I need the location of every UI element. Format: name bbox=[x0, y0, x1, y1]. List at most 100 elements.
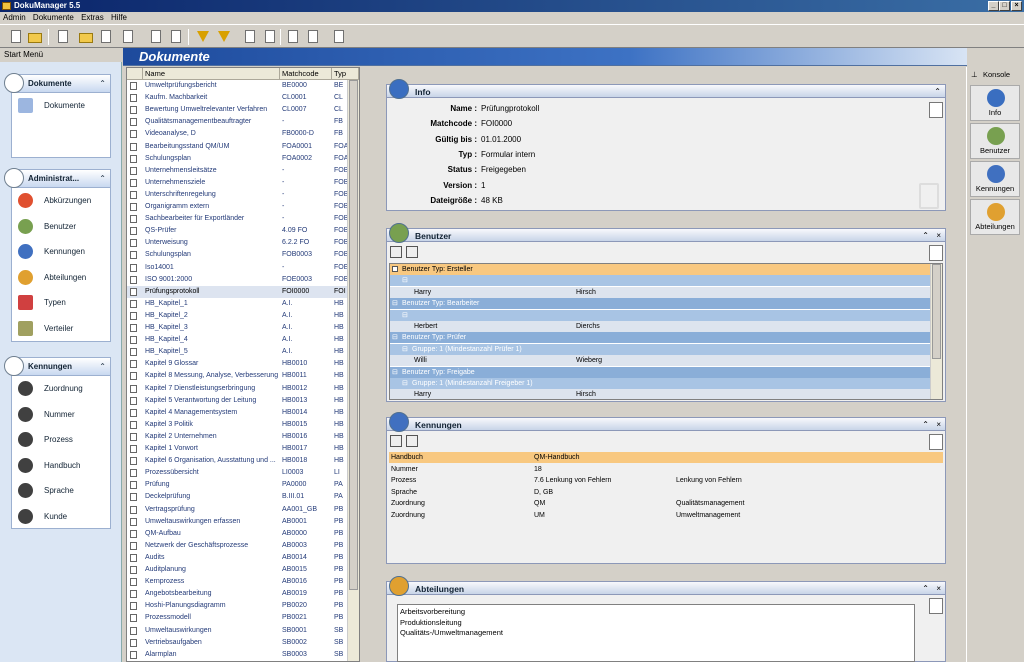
menu-extras[interactable]: Extras bbox=[81, 13, 104, 22]
collapse-chevron-icon[interactable]: ⌃ bbox=[922, 420, 929, 429]
column-header-name[interactable]: Name bbox=[143, 68, 280, 80]
edit-icon[interactable] bbox=[929, 102, 943, 118]
list-item[interactable]: Kapitel 6 Organisation, Ausstattung und … bbox=[127, 455, 347, 467]
user-subgroup[interactable]: ⊟ bbox=[390, 309, 932, 321]
list-item[interactable]: Kapitel 5 Verantwortung der Leitung HB001… bbox=[127, 395, 347, 407]
group-header[interactable]: Administrat... ⌃ bbox=[4, 168, 110, 188]
sidebar-item-kennungen[interactable]: Kennungen bbox=[12, 239, 110, 265]
list-item[interactable]: Deckelprüfung B.III.01 PA bbox=[127, 491, 347, 503]
expand-icon[interactable]: ⊟ bbox=[402, 344, 408, 355]
list-item[interactable]: Iso14001- FOE bbox=[127, 262, 348, 274]
expand-icon[interactable]: ⊟ bbox=[402, 275, 408, 286]
konsole-button-benutzer[interactable]: Benutzer bbox=[970, 123, 1020, 159]
menu-hilfe[interactable]: Hilfe bbox=[111, 13, 127, 22]
sidebar-item-dokumente[interactable]: Dokumente bbox=[12, 93, 110, 117]
list-item[interactable]: Kapitel 2 Unternehmen HB0016 HB bbox=[127, 431, 347, 443]
close-icon[interactable]: × bbox=[936, 584, 941, 593]
list-item[interactable]: HB_Kapitel_1 A.I. HB bbox=[127, 298, 347, 310]
group-header[interactable]: Kennungen ⌃ bbox=[4, 356, 110, 376]
close-button[interactable]: × bbox=[1011, 1, 1022, 11]
list-item[interactable]: Umweltauswirkungen SB0001 SB bbox=[127, 625, 347, 637]
print-document-icon[interactable] bbox=[285, 29, 301, 45]
list-view-icon[interactable] bbox=[390, 435, 402, 447]
checkin-icon[interactable] bbox=[242, 29, 258, 45]
list-item[interactable]: Prüfung PA0000 PA bbox=[127, 479, 347, 491]
expand-icon[interactable]: ⊟ bbox=[402, 378, 408, 389]
list-item[interactable]: Umweltauswirkungen erfassen AB0001 PB bbox=[127, 516, 347, 528]
list-item[interactable]: Auditplanung AB0015 PB bbox=[127, 564, 347, 576]
list-item[interactable]: Kapitel 9 Glossar HB0010 HB bbox=[127, 358, 347, 370]
close-icon[interactable]: × bbox=[936, 231, 941, 240]
user-row[interactable]: Harry Hirsch bbox=[390, 286, 932, 298]
document-dropdown-icon[interactable] bbox=[120, 29, 136, 45]
sidebar-item-typen[interactable]: Typen bbox=[12, 290, 110, 316]
list-item[interactable]: Kapitel 8 Messung, Analyse, Verbesserung… bbox=[127, 370, 347, 382]
new-document-icon[interactable] bbox=[8, 29, 24, 45]
list-item[interactable]: Alarmplan SB0003 SB bbox=[127, 649, 347, 661]
list-item[interactable]: Videoanalyse, D FB0000-D FB bbox=[127, 128, 347, 140]
expand-icon[interactable]: ⊟ bbox=[392, 367, 398, 378]
list-item[interactable]: Kapitel 4 Managementsystem HB0014 HB bbox=[127, 407, 347, 419]
list-item[interactable]: ISO 9001:2000 FOE0003 FOE bbox=[127, 274, 348, 286]
konsole-button-abteilungen[interactable]: Abteilungen bbox=[970, 199, 1020, 235]
sidebar-item-kunde[interactable]: Kunde bbox=[12, 504, 110, 530]
column-header-typ[interactable]: Typ bbox=[332, 68, 359, 80]
list-item[interactable]: Prozessmodell PB0021 PB bbox=[127, 612, 347, 624]
vertical-scrollbar[interactable] bbox=[930, 264, 942, 399]
list-item[interactable]: QM-Aufbau AB0000 PB bbox=[127, 528, 347, 540]
collapse-chevron-icon[interactable]: ⌃ bbox=[99, 362, 106, 371]
list-item[interactable]: Unternehmensleitsätze - FOB bbox=[127, 165, 348, 177]
user-type-group[interactable]: Benutzer Typ: Ersteller bbox=[390, 264, 932, 275]
report-icon[interactable] bbox=[331, 29, 347, 45]
table-row[interactable]: Zuordnung UM Umweltmanagement bbox=[389, 510, 943, 521]
user-row[interactable]: Harry Hirsch bbox=[390, 389, 932, 399]
copy-icon[interactable] bbox=[148, 29, 164, 45]
tree-view-icon[interactable] bbox=[406, 435, 418, 447]
user-type-group[interactable]: ⊟ Benutzer Typ: Freigabe bbox=[390, 366, 932, 378]
sidebar-item-handbuch[interactable]: Handbuch bbox=[12, 453, 110, 479]
table-row[interactable]: Zuordnung QM Qualitätsmanagement bbox=[389, 498, 943, 509]
stack-icon[interactable] bbox=[168, 29, 184, 45]
user-row[interactable]: Herbert Dierchs bbox=[390, 321, 932, 332]
list-item[interactable]: Schulungsplan FOB0003 FOB bbox=[127, 249, 348, 261]
expand-icon[interactable] bbox=[392, 266, 398, 272]
group-header[interactable]: Dokumente ⌃ bbox=[4, 73, 110, 93]
list-item[interactable]: Netzwerk der Geschäftsprozesse AB0003 PB bbox=[127, 540, 347, 552]
list-item[interactable]: HB_Kapitel_5 A.I. HB bbox=[127, 346, 347, 358]
sidebar-item-sprache[interactable]: Sprache bbox=[12, 478, 110, 504]
konsole-button-info[interactable]: Info bbox=[970, 85, 1020, 121]
list-item[interactable]: Bewertung Umweltrelevanter Verfahren CL00… bbox=[127, 104, 347, 116]
user-subgroup[interactable]: ⊟ Gruppe: 1 (Mindestanzahl Prüfer 1) bbox=[390, 343, 932, 355]
filter-icon[interactable] bbox=[195, 29, 211, 45]
maximize-button[interactable]: □ bbox=[999, 1, 1010, 11]
list-item[interactable]: Unterweisung 6.2.2 FO FOB bbox=[127, 237, 348, 249]
list-item[interactable]: Kapitel 1 Vorwort HB0017 HB bbox=[127, 443, 347, 455]
list-item[interactable]: Bearbeitungsstand QM/UM FOA0001 FOA bbox=[127, 141, 348, 153]
sidebar-item-abkuerzungen[interactable]: Abkürzungen bbox=[12, 188, 110, 214]
open-folder-icon[interactable] bbox=[27, 29, 43, 45]
list-item[interactable]: HB_Kapitel_2 A.I. HB bbox=[127, 310, 347, 322]
collapse-chevron-icon[interactable]: ⌃ bbox=[99, 174, 106, 183]
edit-icon[interactable] bbox=[929, 245, 943, 261]
sidebar-item-abteilungen[interactable]: Abteilungen bbox=[12, 265, 110, 291]
sidebar-item-nummer[interactable]: Nummer bbox=[12, 402, 110, 428]
scrollbar-thumb[interactable] bbox=[349, 80, 358, 590]
list-item[interactable]: Kaufm. Machbarkeit CL0001 CL bbox=[127, 92, 347, 104]
list-item[interactable]: Audits AB0014 PB bbox=[127, 552, 347, 564]
edit-document-icon[interactable] bbox=[98, 29, 114, 45]
collapse-chevron-icon[interactable]: ⌃ bbox=[922, 231, 929, 240]
list-item[interactable]: Schulungsplan FOA0002 FOA bbox=[127, 153, 348, 165]
list-item[interactable]: Kapitel 3 Politik HB0015 HB bbox=[127, 419, 347, 431]
table-row[interactable]: Sprache D, GB bbox=[389, 487, 943, 498]
user-subgroup[interactable]: ⊟ bbox=[390, 275, 932, 287]
vertical-scrollbar[interactable] bbox=[347, 80, 359, 661]
scrollbar-thumb[interactable] bbox=[932, 264, 941, 359]
document-icon[interactable] bbox=[55, 29, 71, 45]
list-item[interactable]: Kapitel 7 Dienstleistungserbringung HB001… bbox=[127, 383, 347, 395]
menu-dokumente[interactable]: Dokumente bbox=[33, 13, 74, 22]
sidebar-item-prozess[interactable]: Prozess bbox=[12, 427, 110, 453]
folder-icon[interactable] bbox=[78, 29, 94, 45]
list-item[interactable]: Unternehmensziele - FOB bbox=[127, 177, 348, 189]
sidebar-item-benutzer[interactable]: Benutzer bbox=[12, 214, 110, 240]
list-item[interactable]: Kernprozess AB0016 PB bbox=[127, 576, 347, 588]
